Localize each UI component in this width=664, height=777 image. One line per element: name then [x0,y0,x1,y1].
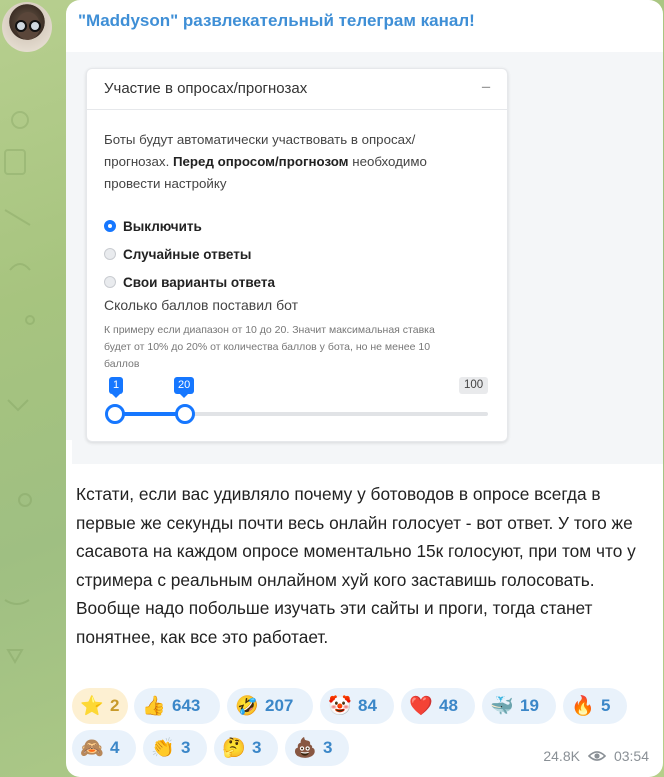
message-time: 03:54 [613,748,649,764]
star-icon: ⭐ [80,696,104,717]
reaction-clap[interactable]: 👏 3 [143,730,207,766]
poll-settings-card: Участие в опросах/прогнозах − Боты будут… [86,68,508,442]
reaction-monkey[interactable]: 🙈 4 [72,730,136,766]
message-meta: 24.8K 03:54 [543,748,649,764]
thumbs-up-icon: 👍 [142,696,166,717]
reaction-fire[interactable]: 🔥 5 [563,688,627,724]
card-description: Боты будут автоматически участвовать в о… [104,129,464,195]
reaction-rofl[interactable]: 🤣 207 [227,688,313,724]
fire-icon: 🔥 [571,696,595,717]
reaction-count: 2 [110,696,120,715]
collapse-icon[interactable]: − [481,78,491,98]
heart-icon: ❤️ [409,696,433,717]
clown-icon: 🤡 [328,696,352,717]
reaction-count: 3 [181,738,191,757]
radio-option-off[interactable]: Выключить [104,216,202,236]
radio-label: Свои варианты ответа [123,274,275,290]
slider-min-tooltip: 1 [109,377,124,398]
reaction-count: 207 [265,696,294,715]
radio-unselected-icon [104,248,116,260]
avatar-glasses-left [15,20,27,32]
channel-name[interactable]: "Maddyson" развлекательный телеграм кана… [78,11,475,31]
whale-icon: 🐳 [490,696,514,717]
rofl-icon: 🤣 [235,696,259,717]
radio-selected-icon [104,220,116,232]
points-label: Сколько баллов поставил бот [104,297,299,313]
slider-range-max: 100 [459,377,489,394]
reaction-count: 4 [110,738,120,757]
message-text: Кстати, если вас удивляло почему у ботов… [76,484,636,647]
channel-avatar[interactable] [2,2,52,52]
points-hint: К примеру если диапазон от 10 до 20. Зна… [104,324,435,370]
avatar-glasses-right [29,20,41,32]
reaction-poop[interactable]: 💩 3 [285,730,349,766]
card-header[interactable]: Участие в опросах/прогнозах − [87,69,507,110]
reaction-count: 643 [172,696,201,715]
message-screenshot-image[interactable]: Участие в опросах/прогнозах − Боты будут… [66,52,663,516]
poop-icon: 💩 [293,738,317,759]
slider-min-handle[interactable] [105,404,125,424]
radio-unselected-icon [104,276,116,288]
slider-max-tooltip: 20 [174,377,195,398]
clap-icon: 👏 [151,738,175,759]
thinking-icon: 🤔 [222,738,246,759]
radio-option-random[interactable]: Случайные ответы [104,244,251,264]
reaction-heart[interactable]: ❤️ 48 [401,688,475,724]
radio-option-custom[interactable]: Свои варианты ответа [104,272,275,292]
reaction-count: 3 [252,738,262,757]
eye-icon [587,751,606,761]
reaction-count: 3 [323,738,333,757]
reaction-count: 84 [358,696,377,715]
description-bold: Перед опросом/прогнозом [172,154,349,169]
reaction-count: 48 [439,696,458,715]
image-edge [66,440,72,516]
reaction-whale[interactable]: 🐳 19 [482,688,556,724]
radio-label: Выключить [123,218,202,234]
slider-max-handle[interactable] [175,404,195,424]
reaction-star[interactable]: ⭐ 2 [72,688,128,724]
card-title: Участие в опросах/прогнозах [104,80,308,97]
reaction-thumbs-up[interactable]: 👍 643 [134,688,220,724]
reaction-count: 19 [520,696,539,715]
see-no-evil-monkey-icon: 🙈 [80,738,104,759]
reaction-thinking[interactable]: 🤔 3 [214,730,278,766]
reaction-count: 5 [601,696,611,715]
views-count: 24.8K [543,748,580,764]
reaction-clown[interactable]: 🤡 84 [320,688,394,724]
radio-label: Случайные ответы [123,246,252,262]
message-bubble: "Maddyson" развлекательный телеграм кана… [66,0,663,777]
